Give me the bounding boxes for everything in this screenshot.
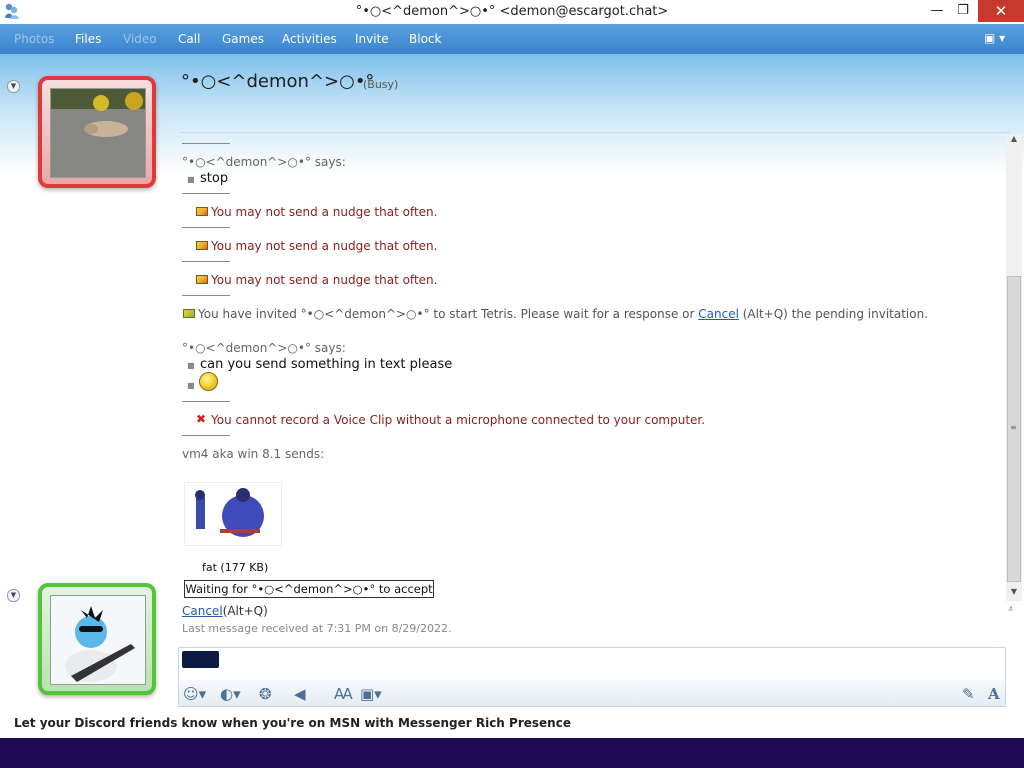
invite-shortcut-text: (Alt+Q) the pending invitation. [742, 307, 929, 321]
invite-cancel-link[interactable]: Cancel [698, 307, 739, 321]
bullet-icon: ■ [187, 361, 195, 370]
file-thumbnail[interactable] [184, 482, 282, 546]
contact-name: °•○<^demon^>○•° [181, 71, 375, 92]
contact-status: (Busy) [363, 78, 399, 91]
ink-emoticon-icon [182, 651, 219, 668]
menu-photos[interactable]: Photos [14, 32, 54, 46]
transfer-cancel-row: Cancel(Alt+Q) [182, 604, 268, 618]
sender-line: °•○<^demon^>○•° says: [182, 341, 346, 355]
menu-block[interactable]: Block [409, 32, 441, 46]
emoticon-icon[interactable]: ☺▾ [183, 685, 206, 703]
self-avatar[interactable] [38, 583, 156, 695]
menu-call[interactable]: Call [178, 32, 200, 46]
wink-icon[interactable]: ◐▾ [220, 685, 241, 703]
self-display-picture [50, 595, 146, 685]
background-icon[interactable]: ▣▾ [360, 685, 382, 703]
menu-games[interactable]: Games [222, 32, 264, 46]
invite-icon [183, 309, 195, 318]
menu-invite[interactable]: Invite [355, 32, 389, 46]
smile-emoticon-icon [199, 372, 218, 391]
message-text: can you send something in text please [200, 357, 453, 372]
header-divider [180, 132, 1010, 133]
contact-avatar[interactable] [38, 76, 156, 188]
collapse-self-icon[interactable]: ▼ [7, 589, 20, 602]
transfer-cancel-shortcut: (Alt+Q) [222, 604, 268, 618]
bullet-icon: ■ [187, 381, 195, 390]
close-button[interactable]: ✕ [978, 0, 1024, 22]
last-message-time: Last message received at 7:31 PM on 8/29… [182, 622, 452, 635]
collapse-contact-icon[interactable]: ▼ [7, 80, 20, 93]
microphone-error-icon: ✖ [196, 412, 207, 426]
nudge-icon[interactable]: ❂ [259, 685, 272, 703]
transfer-cancel-link[interactable]: Cancel [182, 604, 223, 618]
layout-menu-button[interactable]: ▣ ▾ [984, 31, 1005, 45]
message-separator [182, 193, 230, 194]
scroll-down-icon[interactable]: ▼ [1006, 587, 1022, 601]
invite-message: You have invited °•○<^demon^>○•° to star… [198, 307, 928, 321]
taskbar [0, 738, 1024, 768]
font-icon[interactable]: A [988, 685, 1000, 703]
ad-text[interactable]: Let your Discord friends know when you'r… [14, 716, 571, 730]
message-text: stop [200, 171, 229, 186]
menu-video[interactable]: Video [123, 32, 157, 46]
sender-line: vm4 aka win 8.1 sends: [182, 447, 325, 461]
system-message: You may not send a nudge that often. [211, 205, 438, 219]
menu-activities[interactable]: Activities [282, 32, 337, 46]
spell-icon[interactable]: Ꜳ [334, 685, 353, 703]
voice-clip-icon[interactable]: ◀ [294, 685, 306, 703]
invite-text: You have invited °•○<^demon^>○•° to star… [198, 307, 695, 321]
message-input[interactable] [178, 647, 1006, 681]
message-separator [182, 295, 230, 296]
system-message: You may not send a nudge that often. [211, 273, 438, 287]
message-separator [182, 435, 230, 436]
handwriting-icon[interactable]: ✎ [962, 685, 975, 703]
file-name: fat (177 KB) [202, 561, 269, 574]
sender-line: °•○<^demon^>○•° says: [182, 155, 346, 169]
nudge-error-icon [196, 207, 208, 216]
maximize-button[interactable]: ❐ [948, 0, 978, 22]
nudge-error-icon [196, 241, 208, 250]
window-title: °•○<^demon^>○•° <demon@escargot.chat> [355, 4, 669, 19]
message-separator [182, 227, 230, 228]
message-separator [182, 143, 230, 144]
message-separator [182, 261, 230, 262]
scroll-up-icon[interactable]: ▲ [1006, 134, 1022, 148]
scroll-to-bottom-icon[interactable]: ⩡ [1008, 604, 1014, 615]
transfer-status: Waiting for °•○<^demon^>○•° to accept [184, 580, 434, 598]
message-separator [182, 401, 230, 402]
contact-display-picture [50, 88, 146, 178]
scrollbar-grip-icon: ≡ [1010, 423, 1017, 432]
system-message: You cannot record a Voice Clip without a… [211, 413, 706, 427]
system-message: You may not send a nudge that often. [211, 239, 438, 253]
nudge-error-icon [196, 275, 208, 284]
bullet-icon: ■ [187, 175, 195, 184]
menu-files[interactable]: Files [75, 32, 101, 46]
